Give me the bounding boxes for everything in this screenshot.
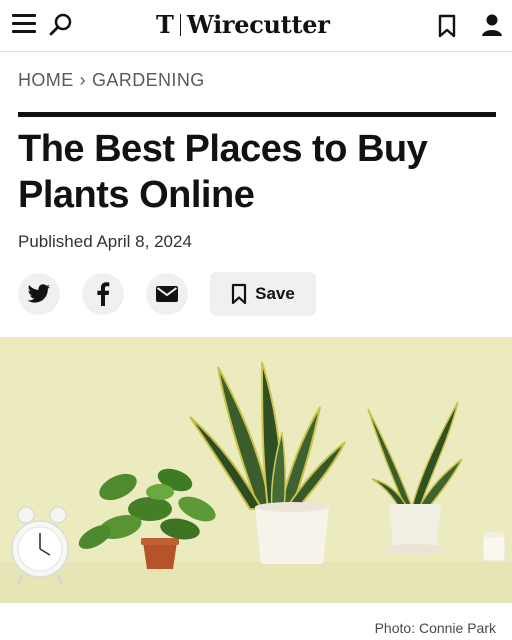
- page-title: The Best Places to Buy Plants Online: [18, 128, 428, 216]
- share-twitter-button[interactable]: [18, 273, 60, 315]
- share-email-button[interactable]: [146, 273, 188, 315]
- breadcrumb: HOME › GARDENING: [18, 70, 205, 91]
- logo-wordmark: Wirecutter: [186, 10, 330, 39]
- wirecutter-logo[interactable]: T Wirecutter: [156, 10, 330, 40]
- save-button-label: Save: [255, 284, 295, 303]
- top-navigation-bar: T Wirecutter: [0, 0, 512, 52]
- hero-image: [0, 337, 512, 603]
- twitter-icon: [27, 284, 50, 303]
- facebook-icon: [97, 282, 110, 306]
- headline-divider: [18, 112, 496, 117]
- photo-caption: Photo: Connie Park: [374, 620, 496, 636]
- published-date: Published April 8, 2024: [18, 232, 192, 251]
- share-facebook-button[interactable]: [82, 273, 124, 315]
- logo-divider: [179, 14, 181, 36]
- bookmark-icon: [232, 283, 247, 305]
- nyt-t-logo-mark: T: [156, 10, 174, 39]
- email-icon: [156, 286, 178, 302]
- save-button[interactable]: Save: [210, 272, 316, 316]
- breadcrumb-section-link[interactable]: GARDENING: [92, 70, 205, 91]
- search-icon[interactable]: [48, 12, 74, 38]
- plants-photo: [0, 337, 512, 603]
- breadcrumb-home-link[interactable]: HOME: [18, 70, 74, 91]
- share-toolbar: Save: [18, 272, 316, 316]
- breadcrumb-separator: ›: [79, 70, 87, 90]
- account-icon[interactable]: [480, 12, 504, 38]
- hamburger-icon[interactable]: [12, 14, 36, 36]
- candle: [482, 532, 506, 562]
- bookmark-icon[interactable]: [436, 13, 458, 39]
